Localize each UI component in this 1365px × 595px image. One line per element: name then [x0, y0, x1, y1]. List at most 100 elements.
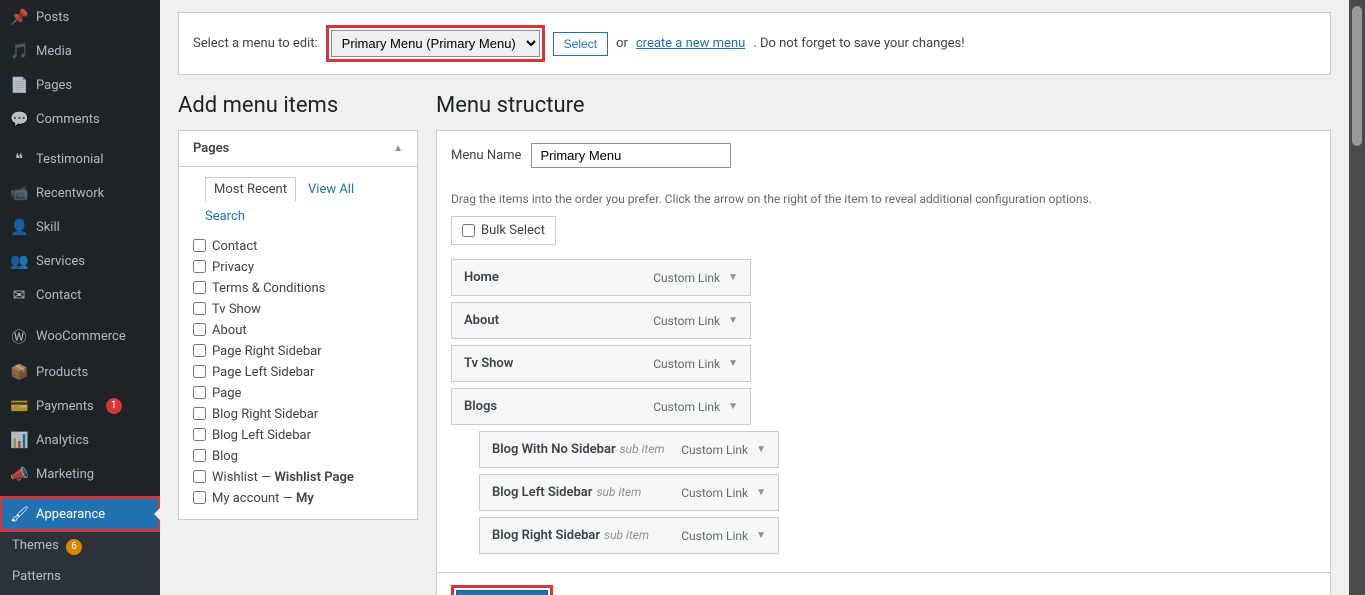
sidebar-item-skill[interactable]: 👤Skill [0, 210, 160, 244]
bulk-select[interactable]: Bulk Select [451, 216, 556, 245]
menu-item[interactable]: Blog With No Sidebarsub itemCustom Link … [479, 431, 779, 468]
quote-icon: ❝ [10, 150, 28, 168]
menu-item[interactable]: Blog Left Sidebarsub itemCustom Link ▼ [479, 474, 779, 511]
sidebar-item-products[interactable]: 📦Products [0, 355, 160, 389]
sidebar-item-media[interactable]: 🎵Media [0, 34, 160, 68]
badge: 6 [66, 539, 82, 555]
select-menu-label: Select a menu to edit: [193, 36, 318, 51]
menu-item[interactable]: HomeCustom Link ▼ [451, 259, 751, 296]
chevron-down-icon[interactable]: ▼ [728, 272, 738, 283]
card-icon: 💳 [10, 397, 28, 415]
page-checkbox-item[interactable]: Blog Right Sidebar [193, 404, 403, 425]
drag-hint: Drag the items into the order you prefer… [451, 192, 1316, 206]
page-checkbox[interactable] [193, 470, 206, 483]
stats-icon: 📊 [10, 431, 28, 449]
page-checkbox-item[interactable]: Privacy [193, 257, 403, 278]
sidebar-sub-customize[interactable]: Customize [0, 591, 160, 595]
chevron-down-icon[interactable]: ▼ [728, 401, 738, 412]
save-menu-button[interactable]: Save Menu [456, 590, 548, 595]
pages-checklist: ContactPrivacyTerms & ConditionsTv ShowA… [193, 236, 403, 509]
sidebar-item-recentwork[interactable]: 📹Recentwork [0, 176, 160, 210]
pages-panel-head[interactable]: Pages ▲ [179, 131, 417, 167]
woo-icon: Ⓦ [10, 326, 28, 347]
page-checkbox-item[interactable]: Tv Show [193, 299, 403, 320]
sidebar-item-payments[interactable]: 💳Payments1 [0, 389, 160, 423]
pages-panel: Pages ▲ Most Recent View All Search Cont… [178, 130, 418, 520]
brush-icon: 🖌 [10, 505, 28, 523]
tab-search[interactable]: Search [205, 205, 245, 228]
sidebar-item-comments[interactable]: 💬Comments [0, 102, 160, 136]
page-checkbox[interactable] [193, 281, 206, 294]
page-checkbox-item[interactable]: Page Right Sidebar [193, 341, 403, 362]
menu-footer: Save Menu Delete Menu [436, 573, 1331, 595]
pin-icon: 📌 [10, 8, 28, 26]
menu-item[interactable]: AboutCustom Link ▼ [451, 302, 751, 339]
page-checkbox[interactable] [193, 302, 206, 315]
pages-tabs: Most Recent View All [193, 177, 403, 201]
sidebar-item-posts[interactable]: 📌Posts [0, 0, 160, 34]
bulk-select-checkbox[interactable] [462, 224, 475, 237]
box-icon: 📦 [10, 363, 28, 381]
video-icon: 📹 [10, 184, 28, 202]
page-checkbox[interactable] [193, 260, 206, 273]
page-checkbox[interactable] [193, 344, 206, 357]
sidebar-item-testimonial[interactable]: ❝Testimonial [0, 142, 160, 176]
badge: 1 [106, 398, 122, 414]
chevron-down-icon[interactable]: ▼ [728, 358, 738, 369]
menu-item[interactable]: Blog Right Sidebarsub itemCustom Link ▼ [479, 517, 779, 554]
page-checkbox-item[interactable]: Wishlist — Wishlist Page [193, 467, 403, 488]
menu-name-row: Menu Name [436, 130, 1331, 180]
page-checkbox[interactable] [193, 428, 206, 441]
sidebar-sub-patterns[interactable]: Patterns [0, 562, 160, 591]
page-checkbox-item[interactable]: My account — My [193, 488, 403, 509]
chevron-down-icon[interactable]: ▼ [756, 487, 766, 498]
or-text: or [616, 36, 628, 51]
select-button[interactable]: Select [553, 32, 608, 56]
tab-view-all[interactable]: View All [308, 178, 354, 201]
page-checkbox-item[interactable]: Blog Left Sidebar [193, 425, 403, 446]
sidebar-item-services[interactable]: 👥Services [0, 244, 160, 278]
sidebar-item-analytics[interactable]: 📊Analytics [0, 423, 160, 457]
add-menu-items-heading: Add menu items [178, 93, 418, 118]
menu-name-input[interactable] [531, 143, 731, 168]
chevron-down-icon[interactable]: ▼ [756, 444, 766, 455]
page-checkbox-item[interactable]: Contact [193, 236, 403, 257]
users-icon: 👥 [10, 252, 28, 270]
sidebar-item-woocommerce[interactable]: ⓌWooCommerce [0, 318, 160, 355]
sidebar-item-marketing[interactable]: 📣Marketing [0, 457, 160, 491]
page-checkbox[interactable] [193, 491, 206, 504]
chevron-up-icon: ▲ [393, 143, 403, 154]
sidebar-item-appearance[interactable]: 🖌Appearance [0, 497, 160, 531]
page-checkbox-item[interactable]: About [193, 320, 403, 341]
menu-select[interactable]: Primary Menu (Primary Menu) [331, 30, 540, 57]
page-checkbox[interactable] [193, 449, 206, 462]
save-menu-highlight: Save Menu [451, 585, 553, 595]
menu-name-label: Menu Name [451, 148, 521, 163]
page-checkbox-item[interactable]: Blog [193, 446, 403, 467]
sidebar-sub-themes[interactable]: Themes 6 [0, 531, 160, 562]
page-checkbox-item[interactable]: Terms & Conditions [193, 278, 403, 299]
sidebar-item-pages[interactable]: 📄Pages [0, 68, 160, 102]
page-icon: 📄 [10, 76, 28, 94]
page-checkbox[interactable] [193, 323, 206, 336]
page-checkbox-item[interactable]: Page [193, 383, 403, 404]
menu-structure-body: Drag the items into the order you prefer… [436, 180, 1331, 573]
page-checkbox[interactable] [193, 407, 206, 420]
menu-select-highlight: Primary Menu (Primary Menu) [326, 25, 545, 62]
menu-item[interactable]: BlogsCustom Link ▼ [451, 388, 751, 425]
media-icon: 🎵 [10, 42, 28, 60]
create-new-menu-link[interactable]: create a new menu [636, 36, 745, 51]
menu-item[interactable]: Tv ShowCustom Link ▼ [451, 345, 751, 382]
outer-scrollbar[interactable] [1349, 0, 1365, 595]
tab-most-recent[interactable]: Most Recent [205, 177, 296, 202]
page-checkbox[interactable] [193, 386, 206, 399]
page-checkbox[interactable] [193, 365, 206, 378]
chevron-down-icon[interactable]: ▼ [756, 530, 766, 541]
page-checkbox[interactable] [193, 239, 206, 252]
page-checkbox-item[interactable]: Page Left Sidebar [193, 362, 403, 383]
sidebar-item-contact[interactable]: ✉Contact [0, 278, 160, 312]
mega-icon: 📣 [10, 465, 28, 483]
main-content: Select a menu to edit: Primary Menu (Pri… [160, 0, 1349, 595]
chevron-down-icon[interactable]: ▼ [728, 315, 738, 326]
mail-icon: ✉ [10, 286, 28, 304]
